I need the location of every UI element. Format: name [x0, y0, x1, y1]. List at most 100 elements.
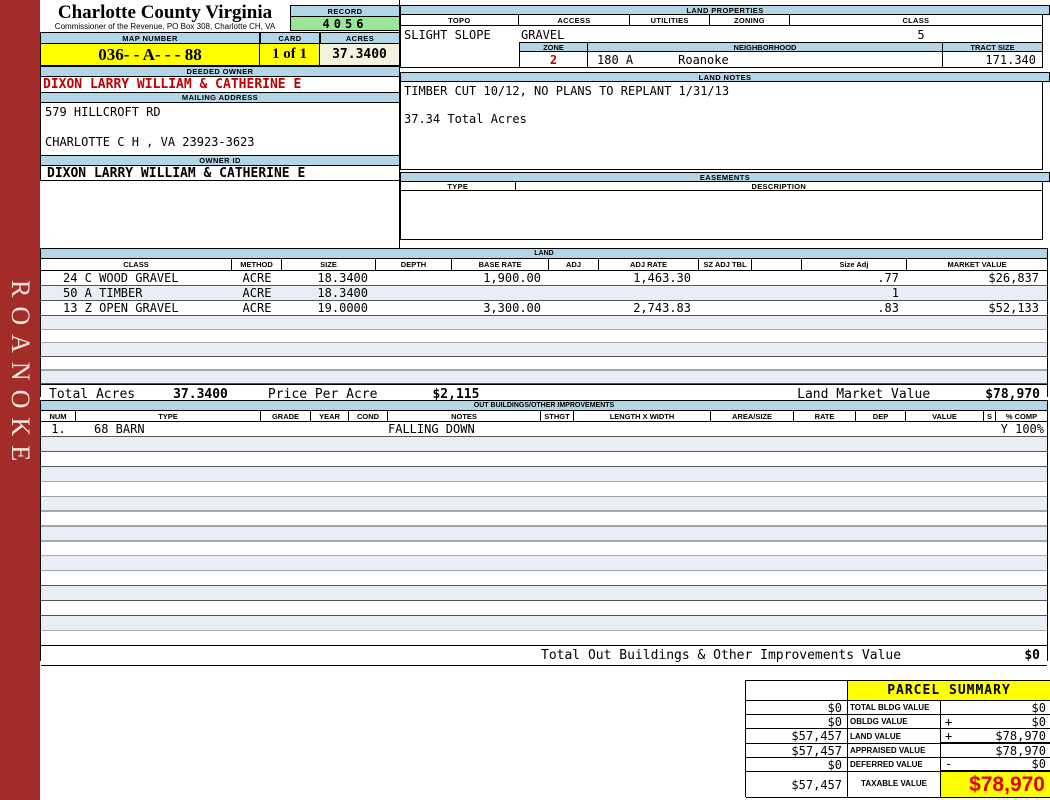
ob-rate-header: RATE — [794, 411, 856, 421]
land-row-adj-rate — [599, 286, 699, 300]
ob-row-dep — [856, 422, 906, 436]
land-row-size-adj: .83 — [877, 301, 899, 315]
ob-area-size-header: AREA/SIZE — [711, 411, 794, 421]
mailing-address-header: MAILING ADDRESS — [40, 92, 400, 103]
ob-row-notes: FALLING DOWN — [388, 422, 475, 436]
out-buildings-section: OUT BUILDINGS/OTHER IMPROVEMENTS NUM TYP… — [40, 400, 1048, 666]
ps-label-deferred: DEFERRED VALUE — [848, 758, 941, 772]
ob-row-rate — [794, 422, 856, 436]
ob-row-num: 1. — [51, 422, 66, 436]
land-row-size-adj: .77 — [877, 271, 899, 285]
map-number-header: MAP NUMBER — [40, 32, 260, 44]
ps-left-value: $0 — [746, 758, 848, 772]
land-market-value-header: MARKET VALUE — [947, 260, 1007, 269]
owner-id-header: OWNER ID — [40, 155, 400, 166]
land-properties-values: SLIGHT SLOPE GRAVEL 5 — [400, 26, 1043, 42]
ps-amount: $78,970 — [995, 728, 1046, 743]
ob-s-comp-header: S % COMP — [984, 411, 1047, 421]
land-row-class: 24 C WOOD GRAVEL — [63, 271, 179, 285]
ps-corner-cell — [746, 681, 848, 701]
land-class-header: CLASS — [41, 259, 232, 270]
land-section-title: LAND — [41, 248, 1047, 259]
land-row-adj — [549, 271, 599, 285]
ob-row-year — [311, 422, 349, 436]
land-notes-line-1: TIMBER CUT 10/12, NO PLANS TO REPLANT 1/… — [404, 84, 730, 98]
neighborhood-code: 180 A — [597, 52, 634, 67]
ob-row-cond — [349, 422, 388, 436]
zone-header: ZONE — [519, 42, 588, 52]
commissioner-line: Commissioner of the Revenue, PO Box 308,… — [54, 22, 276, 31]
land-row-market-value: $26,837 — [988, 271, 1039, 285]
land-sz-adj-tbl-header: SZ ADJ TBL — [699, 259, 752, 270]
land-row-extra — [752, 286, 802, 300]
ps-amount: $0 — [1031, 757, 1046, 771]
topo-value: SLIGHT SLOPE — [404, 28, 491, 42]
land-row-sz-adj-tbl — [699, 271, 752, 285]
ob-num-header: NUM — [41, 411, 76, 421]
land-row: 50 A TIMBER ACRE 18.3400 1 — [41, 286, 1047, 301]
land-row-base-rate: 3,300.00 — [483, 301, 541, 315]
utilities-header: UTILITIES — [630, 15, 711, 25]
land-row-adj-rate: 1,463.30 — [633, 271, 691, 285]
easement-type-header: TYPE — [401, 182, 516, 191]
ps-label-total-bldg: TOTAL BLDG VALUE — [848, 701, 941, 715]
topo-value-extension — [400, 42, 519, 68]
land-row-adj — [549, 301, 599, 315]
land-row-extra — [752, 301, 802, 315]
topo-header: TOPO — [401, 15, 519, 25]
easements-column-headers: TYPE DESCRIPTION — [400, 182, 1043, 191]
land-row-method: ACRE — [242, 286, 272, 300]
ps-op: + — [945, 728, 953, 743]
deeded-owner-value: DIXON LARRY WILLIAM & CATHERINE E — [40, 77, 400, 92]
map-number-value: 036- - A- - - 88 — [40, 44, 260, 66]
class-value: 5 — [917, 28, 925, 42]
ob-row-area-size — [711, 422, 794, 436]
land-row-method: ACRE — [242, 271, 272, 285]
out-buildings-column-headers: NUM TYPE GRADE YEAR COND NOTES STHGT LEN… — [41, 411, 1047, 422]
ps-left-value: $57,457 — [746, 729, 848, 744]
ps-amount: $0 — [1031, 700, 1046, 715]
ps-taxable-label: TAXABLE VALUE — [848, 772, 941, 798]
deeded-owner-header: DEEDED OWNER — [40, 66, 400, 77]
ps-amount: $78,970 — [995, 743, 1046, 758]
ps-op: - — [945, 757, 953, 771]
ob-row-s-comp: Y 100% — [1000, 422, 1044, 436]
land-empty-rows — [41, 316, 1047, 385]
land-depth-header: DEPTH — [376, 259, 452, 270]
ob-notes-header: NOTES — [388, 411, 541, 421]
ps-label-appraised: APPRAISED VALUE — [848, 744, 941, 758]
ob-length-width-header: LENGTH X WIDTH — [574, 411, 711, 421]
land-base-rate-header: BASE RATE — [452, 259, 549, 270]
out-building-row: 1. 68 BARN FALLING DOWN Y 100% — [41, 422, 1047, 437]
land-size-header: SIZE — [282, 259, 376, 270]
ob-row-grade — [261, 422, 311, 436]
out-buildings-total-row: Total Out Buildings & Other Improvements… — [41, 646, 1047, 666]
county-title: Charlotte County Virginia — [57, 2, 273, 23]
sidebar-label: ROANOKE — [6, 280, 35, 471]
out-buildings-empty-rows — [41, 437, 1047, 646]
access-value: GRAVEL — [521, 28, 565, 42]
ob-s-header: S — [984, 411, 996, 421]
ps-left-value: $0 — [746, 701, 848, 715]
land-row-class: 13 Z OPEN GRAVEL — [63, 301, 179, 315]
record-header: RECORD — [290, 5, 400, 17]
land-row-method: ACRE — [242, 301, 272, 315]
land-row: 13 Z OPEN GRAVEL ACRE 19.0000 3,300.00 2… — [41, 301, 1047, 316]
land-row-size: 19.0000 — [317, 301, 368, 315]
ps-label-land: LAND VALUE — [848, 729, 941, 744]
ps-left-value: $57,457 — [746, 744, 848, 758]
ps-value-land: + $78,970 — [941, 729, 1050, 744]
land-row-market-value — [907, 286, 1047, 300]
land-row-base-rate — [452, 286, 549, 300]
easements-header: EASEMENTS — [400, 172, 1050, 182]
ps-value-total-bldg: $0 — [941, 701, 1050, 715]
card-header: CARD — [260, 32, 320, 44]
class-header: CLASS — [902, 15, 930, 25]
ob-value-header: VALUE — [906, 411, 984, 421]
ob-type-header: TYPE — [76, 411, 261, 421]
land-properties-column-headers: TOPO ACCESS UTILITIES ZONING CLASS — [400, 15, 1043, 26]
land-row: 24 C WOOD GRAVEL ACRE 18.3400 1,900.00 1… — [41, 271, 1047, 286]
ob-dep-header: DEP — [856, 411, 906, 421]
land-notes-box: TIMBER CUT 10/12, NO PLANS TO REPLANT 1/… — [400, 82, 1043, 170]
card-value: 1 of 1 — [260, 44, 320, 66]
